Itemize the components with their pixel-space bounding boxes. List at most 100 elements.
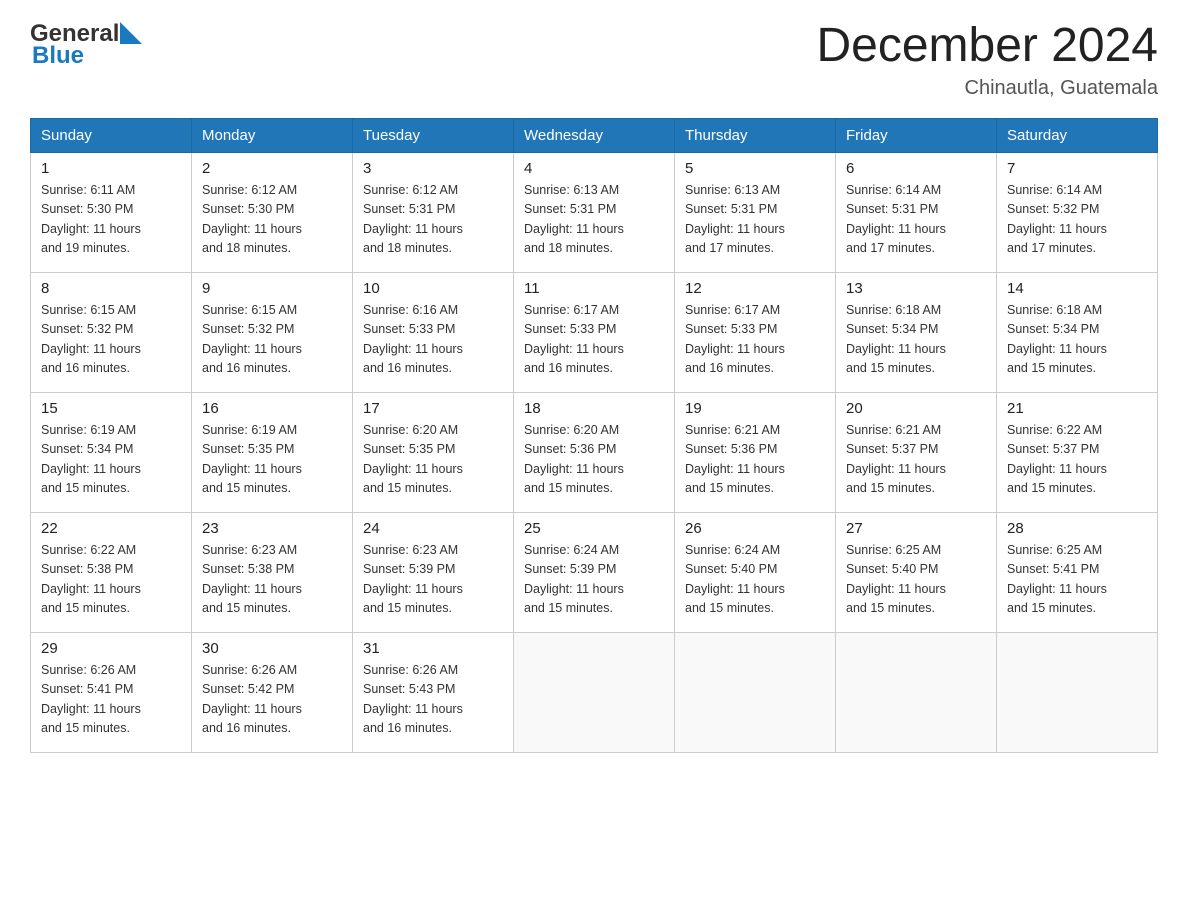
day-info: Sunrise: 6:24 AMSunset: 5:40 PMDaylight:… [685,541,825,619]
table-row: 29 Sunrise: 6:26 AMSunset: 5:41 PMDayligh… [31,632,192,752]
calendar-week-row: 22 Sunrise: 6:22 AMSunset: 5:38 PMDayligh… [31,512,1158,632]
day-number: 14 [1007,280,1147,297]
day-info: Sunrise: 6:12 AMSunset: 5:31 PMDaylight:… [363,181,503,259]
day-info: Sunrise: 6:20 AMSunset: 5:36 PMDaylight:… [524,421,664,499]
table-row: 18 Sunrise: 6:20 AMSunset: 5:36 PMDayligh… [514,392,675,512]
day-number: 30 [202,640,342,657]
page-header: General Blue December 2024 Chinautla, Gu… [30,20,1158,100]
day-number: 25 [524,520,664,537]
calendar-week-row: 15 Sunrise: 6:19 AMSunset: 5:34 PMDayligh… [31,392,1158,512]
day-number: 2 [202,160,342,177]
table-row: 28Sunrise: 6:25 AMSunset: 5:41 PMDayligh… [997,512,1158,632]
day-info: Sunrise: 6:22 AMSunset: 5:38 PMDaylight:… [41,541,181,619]
day-info: Sunrise: 6:26 AMSunset: 5:41 PMDaylight:… [41,661,181,739]
day-number: 12 [685,280,825,297]
day-number: 19 [685,400,825,417]
day-number: 31 [363,640,503,657]
day-number: 13 [846,280,986,297]
day-info: Sunrise: 6:11 AMSunset: 5:30 PMDaylight:… [41,181,181,259]
day-number: 3 [363,160,503,177]
table-row: 25 Sunrise: 6:24 AMSunset: 5:39 PMDayligh… [514,512,675,632]
day-info: Sunrise: 6:12 AMSunset: 5:30 PMDaylight:… [202,181,342,259]
table-row: 17 Sunrise: 6:20 AMSunset: 5:35 PMDayligh… [353,392,514,512]
month-title: December 2024 [816,20,1158,73]
col-sunday: Sunday [31,118,192,152]
day-info: Sunrise: 6:26 AMSunset: 5:43 PMDaylight:… [363,661,503,739]
col-saturday: Saturday [997,118,1158,152]
table-row [514,632,675,752]
day-number: 24 [363,520,503,537]
day-number: 9 [202,280,342,297]
table-row: 8Sunrise: 6:15 AMSunset: 5:32 PMDaylight… [31,272,192,392]
calendar-table: Sunday Monday Tuesday Wednesday Thursday… [30,118,1158,753]
day-number: 11 [524,280,664,297]
table-row: 5Sunrise: 6:13 AMSunset: 5:31 PMDaylight… [675,152,836,272]
day-number: 26 [685,520,825,537]
day-number: 5 [685,160,825,177]
calendar-week-row: 8 Sunrise: 6:15 AMSunset: 5:32 PMDaylight… [31,272,1158,392]
table-row: 3 Sunrise: 6:12 AMSunset: 5:31 PMDaylight… [353,152,514,272]
title-block: December 2024 Chinautla, Guatemala [816,20,1158,100]
table-row: 27 Sunrise: 6:25 AMSunset: 5:40 PMDayligh… [836,512,997,632]
day-info: Sunrise: 6:17 AMSunset: 5:33 PMDaylight:… [524,301,664,379]
table-row: 15 Sunrise: 6:19 AMSunset: 5:34 PMDayligh… [31,392,192,512]
day-number: 18 [524,400,664,417]
table-row: 20 Sunrise: 6:21 AMSunset: 5:37 PMDayligh… [836,392,997,512]
day-info: Sunrise: 6:18 AMSunset: 5:34 PMDaylight:… [1007,301,1147,379]
day-number: 23 [202,520,342,537]
table-row: 1 Sunrise: 6:11 AMSunset: 5:30 PMDaylight… [31,152,192,272]
table-row: 9 Sunrise: 6:15 AMSunset: 5:32 PMDaylight… [192,272,353,392]
logo-triangle-icon [120,22,142,44]
day-number: 4 [524,160,664,177]
table-row: 31 Sunrise: 6:26 AMSunset: 5:43 PMDayligh… [353,632,514,752]
col-monday: Monday [192,118,353,152]
day-number: 28 [1007,520,1147,537]
day-info: Sunrise: 6:24 AMSunset: 5:39 PMDaylight:… [524,541,664,619]
day-info: Sunrise: 6:21 AMSunset: 5:36 PMDaylight:… [685,421,825,499]
day-number: 10 [363,280,503,297]
table-row: 16 Sunrise: 6:19 AMSunset: 5:35 PMDayligh… [192,392,353,512]
table-row: 22 Sunrise: 6:22 AMSunset: 5:38 PMDayligh… [31,512,192,632]
day-number: 16 [202,400,342,417]
day-info: Sunrise: 6:21 AMSunset: 5:37 PMDaylight:… [846,421,986,499]
day-number: 29 [41,640,181,657]
day-number: 17 [363,400,503,417]
day-info: Sunrise: 6:14 AMSunset: 5:31 PMDaylight:… [846,181,986,259]
day-number: 7 [1007,160,1147,177]
calendar-week-row: 29 Sunrise: 6:26 AMSunset: 5:41 PMDayligh… [31,632,1158,752]
logo-blue-text: Blue [32,42,84,70]
table-row: 4 Sunrise: 6:13 AMSunset: 5:31 PMDaylight… [514,152,675,272]
day-number: 15 [41,400,181,417]
table-row: 10 Sunrise: 6:16 AMSunset: 5:33 PMDayligh… [353,272,514,392]
day-number: 21 [1007,400,1147,417]
table-row: 6Sunrise: 6:14 AMSunset: 5:31 PMDaylight… [836,152,997,272]
day-info: Sunrise: 6:20 AMSunset: 5:35 PMDaylight:… [363,421,503,499]
day-number: 27 [846,520,986,537]
table-row [836,632,997,752]
day-info: Sunrise: 6:25 AMSunset: 5:40 PMDaylight:… [846,541,986,619]
day-info: Sunrise: 6:23 AMSunset: 5:39 PMDaylight:… [363,541,503,619]
day-number: 8 [41,280,181,297]
day-info: Sunrise: 6:23 AMSunset: 5:38 PMDaylight:… [202,541,342,619]
day-info: Sunrise: 6:16 AMSunset: 5:33 PMDaylight:… [363,301,503,379]
day-number: 1 [41,160,181,177]
table-row: 7 Sunrise: 6:14 AMSunset: 5:32 PMDaylight… [997,152,1158,272]
day-info: Sunrise: 6:15 AMSunset: 5:32 PMDaylight:… [202,301,342,379]
day-info: Sunrise: 6:19 AMSunset: 5:34 PMDaylight:… [41,421,181,499]
table-row: 13 Sunrise: 6:18 AMSunset: 5:34 PMDayligh… [836,272,997,392]
col-thursday: Thursday [675,118,836,152]
table-row: 24 Sunrise: 6:23 AMSunset: 5:39 PMDayligh… [353,512,514,632]
day-info: Sunrise: 6:26 AMSunset: 5:42 PMDaylight:… [202,661,342,739]
day-info: Sunrise: 6:17 AMSunset: 5:33 PMDaylight:… [685,301,825,379]
day-info: Sunrise: 6:14 AMSunset: 5:32 PMDaylight:… [1007,181,1147,259]
calendar-week-row: 1 Sunrise: 6:11 AMSunset: 5:30 PMDaylight… [31,152,1158,272]
day-info: Sunrise: 6:13 AMSunset: 5:31 PMDaylight:… [524,181,664,259]
col-friday: Friday [836,118,997,152]
table-row: 21Sunrise: 6:22 AMSunset: 5:37 PMDayligh… [997,392,1158,512]
table-row: 11 Sunrise: 6:17 AMSunset: 5:33 PMDayligh… [514,272,675,392]
day-info: Sunrise: 6:18 AMSunset: 5:34 PMDaylight:… [846,301,986,379]
table-row: 30 Sunrise: 6:26 AMSunset: 5:42 PMDayligh… [192,632,353,752]
day-info: Sunrise: 6:19 AMSunset: 5:35 PMDaylight:… [202,421,342,499]
day-number: 20 [846,400,986,417]
day-number: 22 [41,520,181,537]
